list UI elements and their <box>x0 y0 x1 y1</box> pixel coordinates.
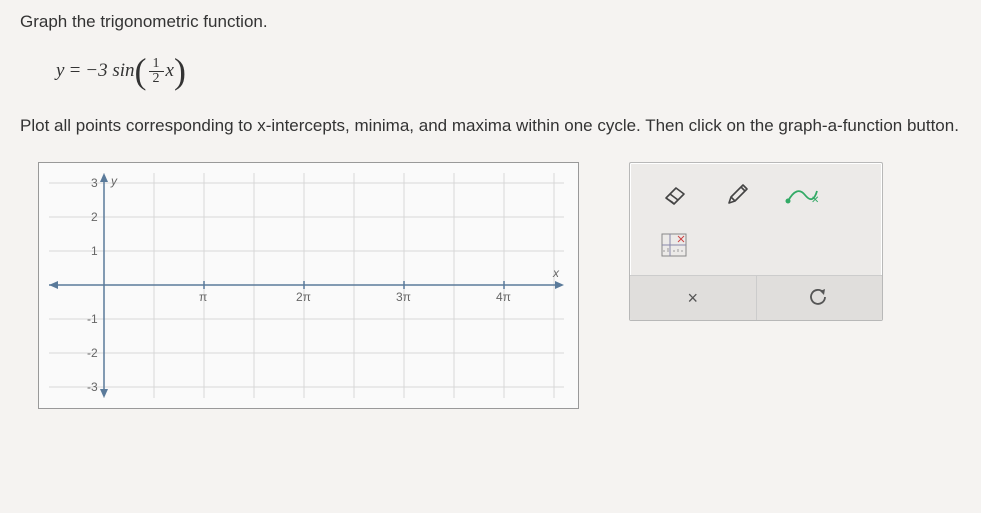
svg-text:✕: ✕ <box>811 195 819 206</box>
y-tick-2: 2 <box>91 210 98 224</box>
y-tick-3: 3 <box>91 176 98 190</box>
pencil-icon <box>725 183 751 207</box>
toolbox: ✕ × <box>629 162 883 321</box>
y-tick-n2: -2 <box>87 346 98 360</box>
x-tick-4pi: 4π <box>496 290 511 304</box>
y-tick-1: 1 <box>91 244 98 258</box>
tool-row-1: ✕ <box>646 175 866 215</box>
y-tick-n1: -1 <box>87 312 98 326</box>
fraction-den: 2 <box>149 72 164 86</box>
instruction-text: Plot all points corresponding to x-inter… <box>20 116 961 136</box>
tool-row-2 <box>646 225 866 265</box>
formula-var: x <box>166 60 174 82</box>
curve-icon: ✕ <box>785 183 819 207</box>
x-tick-2pi: 2π <box>296 290 311 304</box>
x-axis-label: x <box>552 266 560 280</box>
graph-panel[interactable]: 3 2 1 -1 -2 -3 π 2π 3π 4π x y <box>38 162 579 409</box>
eraser-icon <box>660 184 688 206</box>
x-tick-3pi: 3π <box>396 290 411 304</box>
clear-button[interactable]: × <box>630 276 756 320</box>
pencil-tool[interactable] <box>716 175 760 215</box>
curve-tool[interactable]: ✕ <box>780 175 824 215</box>
eraser-tool[interactable] <box>652 175 696 215</box>
y-tick-n3: -3 <box>87 380 98 394</box>
fraction-num: 1 <box>149 57 164 72</box>
reset-button[interactable] <box>757 276 883 320</box>
y-axis-label: y <box>110 174 118 188</box>
formula-coef: −3 sin <box>85 60 134 82</box>
x-tick-pi: π <box>199 290 207 304</box>
reset-icon <box>809 288 829 308</box>
question-title: Graph the trigonometric function. <box>20 12 961 32</box>
fraction: 1 2 <box>149 57 164 86</box>
formula-eq: = <box>68 60 81 82</box>
toolbox-bottom-row: × <box>630 275 882 320</box>
close-icon: × <box>687 288 698 309</box>
graph-a-function-button[interactable] <box>652 225 696 265</box>
formula: y = −3 sin ( 1 2 x ) <box>56 50 961 92</box>
workspace: 3 2 1 -1 -2 -3 π 2π 3π 4π x y <box>20 162 961 409</box>
coordinate-grid[interactable]: 3 2 1 -1 -2 -3 π 2π 3π 4π x y <box>49 173 564 398</box>
graph-a-function-icon <box>660 232 688 258</box>
left-paren: ( <box>135 50 147 92</box>
right-paren: ) <box>174 50 186 92</box>
formula-lhs: y <box>56 60 64 82</box>
